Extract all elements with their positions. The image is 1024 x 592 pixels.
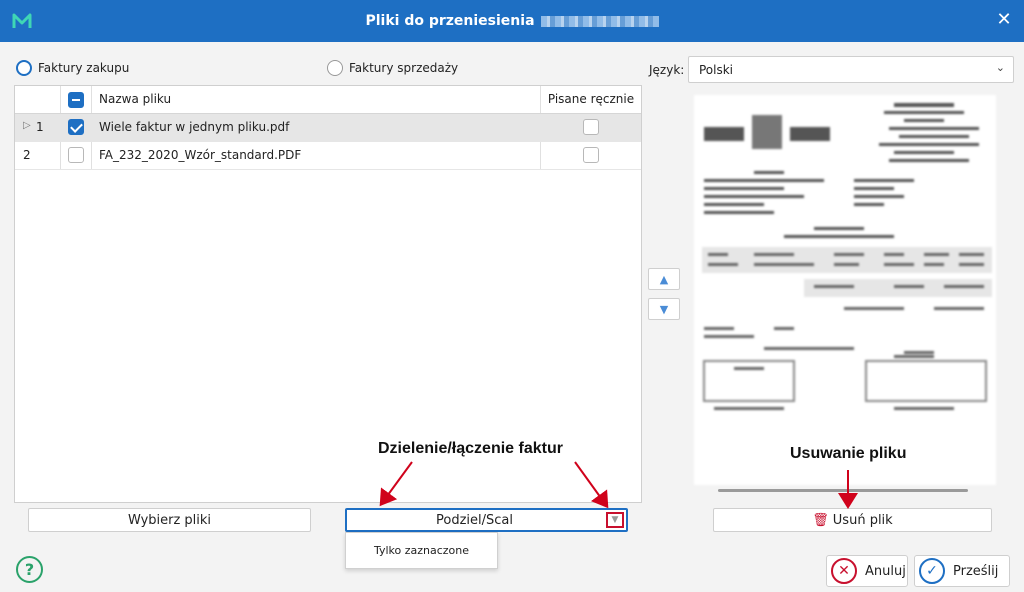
select-all-checkbox-box [68,92,84,108]
row-checkbox[interactable] [68,119,84,135]
arrow-down-icon: ▼ [659,302,669,316]
radio-sales-label: Faktury sprzedaży [349,61,459,75]
title-bar: Pliki do przeniesienia ✕ [0,0,1024,42]
cancel-label: Anuluj [865,563,906,579]
remove-file-label: Usuń plik [832,512,893,528]
window-title: Pliki do przeniesienia [0,13,1024,29]
row-file-name: Wiele faktur w jednym pliku.pdf [99,120,290,134]
radio-purchase-invoices[interactable]: Faktury zakupu [16,60,129,76]
cancel-icon: ✕ [831,558,857,584]
language-select[interactable]: Polski ⌄ [688,56,1014,83]
trash-icon: 🗑 [812,512,829,528]
radio-unselected-indicator [327,60,343,76]
split-option-menu: Tylko zaznaczone [345,532,498,569]
redacted-text [540,15,659,27]
radio-sales-invoices[interactable]: Faktury sprzedaży [327,60,458,76]
split-merge-button[interactable]: Podziel/Scal ▼ [345,508,628,532]
table-row[interactable]: ▷ 1 Wiele faktur w jednym pliku.pdf [15,114,641,142]
row-index: 2 [23,148,31,162]
row-checkbox[interactable] [68,147,84,163]
table-row[interactable]: 2 FA_232_2020_Wzór_standard.PDF [15,142,641,170]
row-checkbox-box [68,147,84,163]
split-merge-label: Podziel/Scal [436,513,513,528]
move-down-button[interactable]: ▼ [648,298,680,320]
annotation-split-merge: Dzielenie/łączenie faktur [378,440,563,457]
send-button[interactable]: ✓ Prześlij [914,555,1010,587]
expand-triangle-icon[interactable]: ▷ [23,120,31,131]
menu-item-only-selected[interactable]: Tylko zaznaczone [374,544,469,557]
send-label: Prześlij [953,563,999,579]
column-header-file-name[interactable]: Nazwa pliku [99,92,171,106]
language-value: Polski [699,63,734,77]
preview-scrollbar[interactable] [718,489,968,492]
select-all-checkbox[interactable] [68,92,84,108]
remove-file-button[interactable]: 🗑 Usuń plik [713,508,992,532]
window-title-text: Pliki do przeniesienia [365,13,535,29]
handwritten-checkbox-box [583,119,599,135]
handwritten-checkbox[interactable] [583,147,599,163]
table-header: Nazwa pliku Pisane ręcznie [15,86,641,114]
row-file-name: FA_232_2020_Wzór_standard.PDF [99,148,302,162]
choose-files-button[interactable]: Wybierz pliki [28,508,311,532]
chevron-down-icon[interactable]: ▼ [606,512,624,528]
row-index: 1 [36,120,44,134]
column-header-handwritten[interactable]: Pisane ręcznie [541,92,641,106]
radio-purchase-label: Faktury zakupu [38,61,130,75]
annotation-remove-file: Usuwanie pliku [790,445,907,462]
radio-selected-indicator [16,60,32,76]
cancel-button[interactable]: ✕ Anuluj [826,555,908,587]
document-preview [694,95,996,485]
row-checkbox-box [68,119,84,135]
handwritten-checkbox-box [583,147,599,163]
send-icon: ✓ [919,558,945,584]
language-label: Język: [649,63,685,77]
arrow-up-icon: ▲ [659,272,669,286]
handwritten-checkbox[interactable] [583,119,599,135]
chevron-down-icon: ⌄ [995,61,1005,74]
help-icon[interactable]: ? [16,556,43,583]
move-up-button[interactable]: ▲ [648,268,680,290]
close-icon[interactable]: ✕ [994,10,1014,30]
